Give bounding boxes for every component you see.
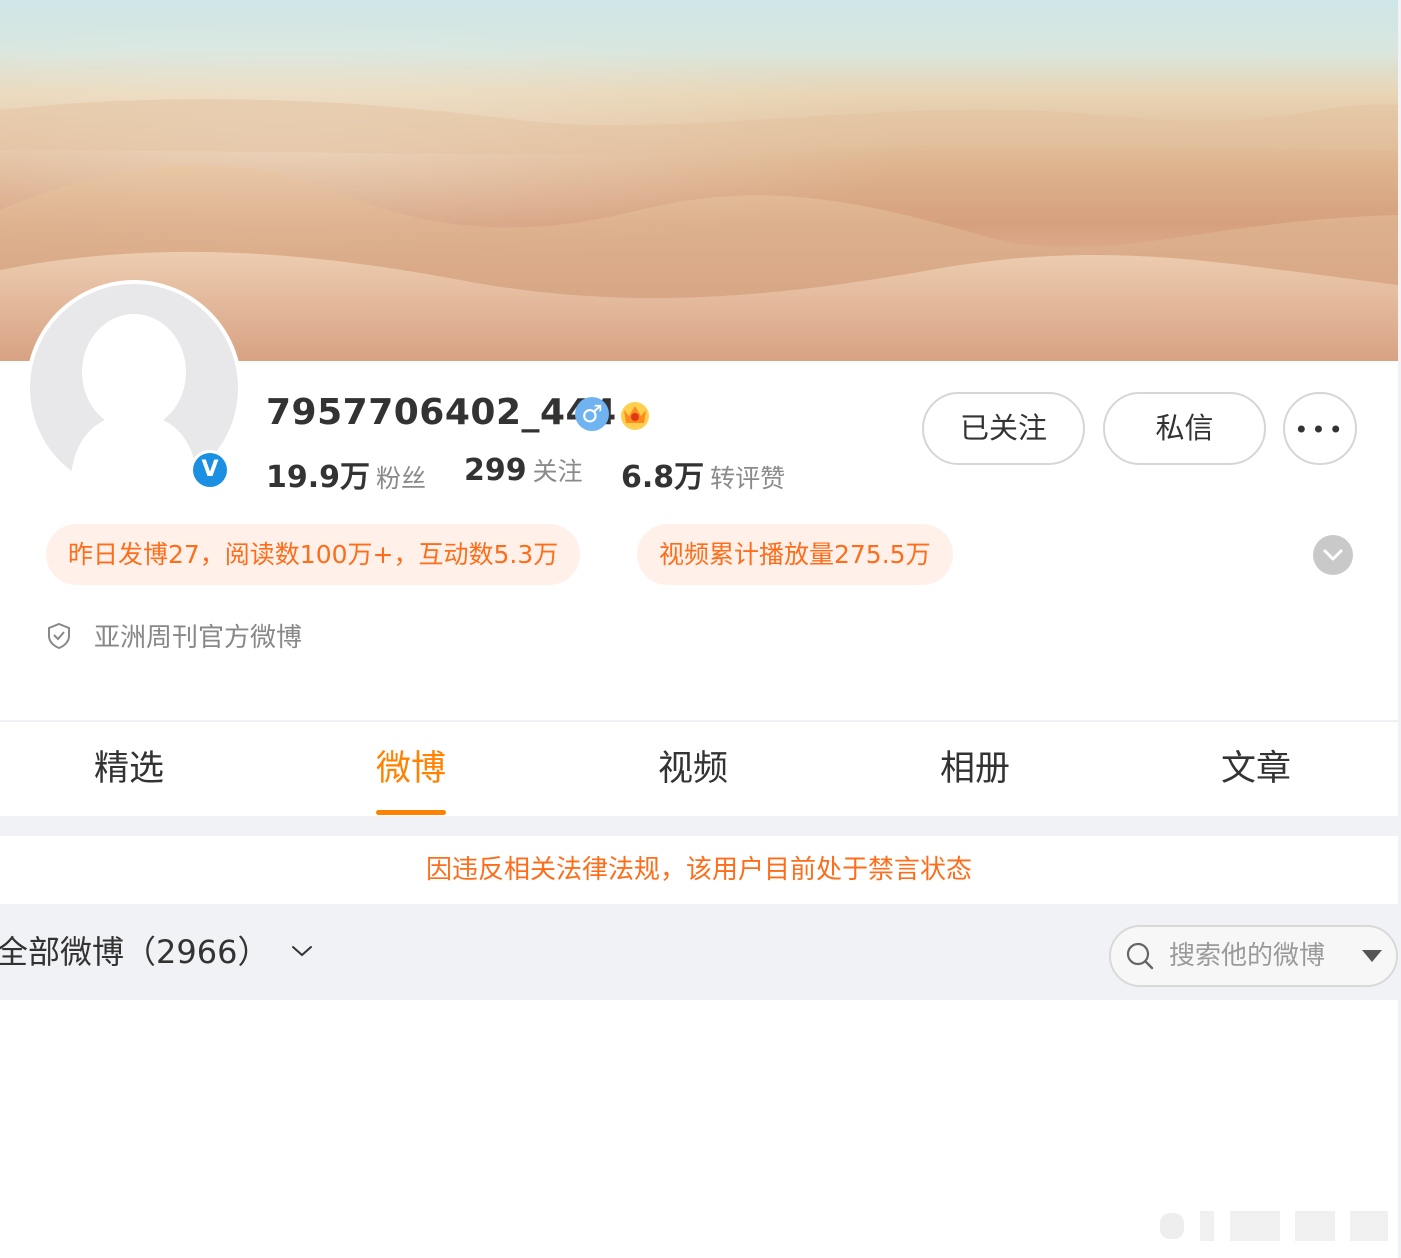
tab-weibo[interactable]: 微博 bbox=[311, 722, 511, 817]
profile-description: 亚洲周刊官方微博 bbox=[94, 623, 303, 653]
search-icon bbox=[1126, 942, 1154, 970]
search-input[interactable] bbox=[1169, 927, 1349, 985]
verified-icon: V bbox=[190, 450, 230, 490]
stat-following[interactable]: 299 关注 bbox=[464, 452, 583, 488]
tab-video[interactable]: 视频 bbox=[593, 722, 793, 817]
highlight-pill-posts[interactable]: 昨日发博27，阅读数100万+，互动数5.3万 bbox=[46, 524, 581, 585]
highlight-pill-video[interactable]: 视频累计播放量275.5万 bbox=[637, 524, 953, 585]
post-filter-label: 全部微博（2966） bbox=[0, 933, 270, 971]
ban-notice: 因违反相关法律法规，该用户目前处于禁言状态 bbox=[0, 836, 1398, 904]
stat-followers[interactable]: 19.9万 粉丝 bbox=[266, 452, 426, 496]
stat-interactions[interactable]: 6.8万 转评赞 bbox=[621, 452, 785, 496]
tab-featured[interactable]: 精选 bbox=[29, 722, 229, 817]
caret-down-icon[interactable] bbox=[1361, 949, 1383, 963]
watermark-logo bbox=[1160, 1211, 1388, 1241]
profile-tabs: 精选 微博 视频 相册 文章 bbox=[0, 721, 1398, 816]
more-button[interactable]: ••• bbox=[1283, 392, 1357, 465]
chevron-down-icon bbox=[291, 946, 312, 957]
post-filter-dropdown[interactable]: 全部微博（2966） bbox=[0, 904, 314, 1000]
gender-male-icon: ♂ bbox=[575, 397, 609, 431]
feed-filter-bar: 全部微博（2966） bbox=[0, 904, 1398, 1000]
expand-button[interactable] bbox=[1313, 535, 1353, 575]
weibo-profile-page: V 7957706402_444 ♂ 19.9万 粉丝 299 关注 6.8万 转评赞… bbox=[0, 0, 1401, 1258]
tab-album[interactable]: 相册 bbox=[875, 722, 1075, 817]
followed-button[interactable]: 已关注 bbox=[922, 392, 1085, 465]
more-dots-icon: ••• bbox=[1294, 416, 1346, 444]
message-button[interactable]: 私信 bbox=[1103, 392, 1266, 465]
chevron-down-icon bbox=[1323, 549, 1343, 561]
username: 7957706402_444 bbox=[266, 392, 617, 433]
profile-banner bbox=[0, 0, 1398, 361]
search-box[interactable] bbox=[1109, 925, 1398, 987]
crown-icon[interactable] bbox=[617, 396, 653, 432]
active-tab-indicator bbox=[376, 810, 446, 815]
tab-articles[interactable]: 文章 bbox=[1156, 722, 1356, 817]
shield-icon bbox=[48, 622, 70, 650]
